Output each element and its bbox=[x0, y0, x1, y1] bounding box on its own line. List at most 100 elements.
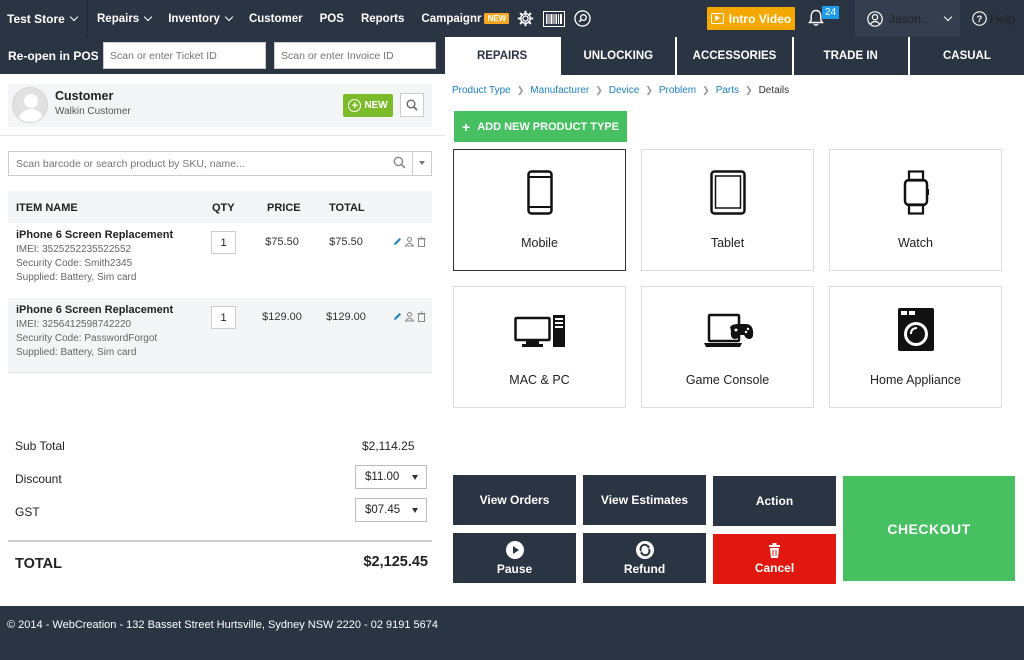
qty-input[interactable]: 1 bbox=[211, 306, 236, 329]
discount-select[interactable]: $11.00 bbox=[355, 465, 427, 489]
chevron-down-icon bbox=[412, 508, 418, 513]
chevron-right-icon: ❯ bbox=[645, 85, 653, 95]
menu-customer[interactable]: Customer bbox=[249, 13, 303, 25]
menu-reports[interactable]: Reports bbox=[361, 13, 404, 25]
menu-inventory[interactable]: Inventory bbox=[168, 12, 234, 25]
header-total: TOTAL bbox=[329, 202, 365, 214]
barcode-button[interactable] bbox=[543, 10, 566, 27]
ticket-id-input[interactable] bbox=[103, 42, 266, 69]
new-customer-button[interactable]: + NEW bbox=[343, 94, 393, 117]
product-search bbox=[8, 151, 432, 176]
product-type-mobile[interactable]: Mobile bbox=[453, 149, 626, 271]
chevron-down-icon bbox=[412, 475, 418, 480]
checkout-button[interactable]: CHECKOUT bbox=[843, 476, 1015, 581]
row-actions bbox=[392, 311, 428, 322]
add-product-type-button[interactable]: + ADD NEW PRODUCT TYPE bbox=[454, 111, 627, 142]
divider bbox=[0, 135, 445, 136]
product-type-watch[interactable]: Watch bbox=[829, 149, 1002, 271]
chevron-down-icon[interactable] bbox=[419, 161, 425, 165]
tab-accessories[interactable]: ACCESSORIES bbox=[675, 37, 791, 75]
plus-icon: + bbox=[348, 99, 362, 112]
tile-label: Game Console bbox=[685, 373, 770, 387]
gear-icon bbox=[517, 10, 534, 27]
reopen-label: Re-open in POS bbox=[8, 48, 99, 63]
breadcrumb-parts[interactable]: Parts bbox=[716, 85, 739, 96]
breadcrumb-problem[interactable]: Problem bbox=[659, 85, 696, 96]
pause-button[interactable]: Pause bbox=[453, 533, 576, 583]
product-search-input[interactable] bbox=[9, 152, 389, 175]
menu-repairs[interactable]: Repairs bbox=[97, 12, 153, 25]
trash-icon bbox=[769, 543, 780, 558]
gst-label: GST bbox=[15, 505, 40, 519]
header-qty: QTY bbox=[212, 202, 235, 214]
chevron-right-icon: ❯ bbox=[516, 85, 525, 95]
product-type-tablet[interactable]: Tablet bbox=[641, 149, 814, 271]
intro-video-button[interactable]: Intro Video bbox=[707, 7, 795, 30]
header-price: PRICE bbox=[267, 202, 301, 214]
items-table-header: ITEM NAME QTY PRICE TOTAL bbox=[8, 191, 432, 223]
subtotal-value: $2,114.25 bbox=[362, 439, 415, 453]
menu-campaignr[interactable]: Campaignr NEW bbox=[421, 13, 510, 25]
chevron-down-icon bbox=[224, 12, 234, 21]
chevron-down-icon bbox=[69, 12, 79, 21]
tile-label: Tablet bbox=[710, 236, 745, 250]
user-menu[interactable]: Jason... bbox=[855, 0, 960, 37]
settings-button[interactable] bbox=[517, 10, 534, 27]
tab-casual[interactable]: CASUAL bbox=[907, 37, 1024, 75]
header-item-name: ITEM NAME bbox=[16, 202, 78, 214]
search-icon[interactable] bbox=[393, 156, 406, 169]
product-type-home-appliance[interactable]: Home Appliance bbox=[829, 286, 1002, 408]
edit-icon[interactable] bbox=[392, 311, 403, 322]
breadcrumb-manufacturer[interactable]: Manufacturer bbox=[530, 85, 589, 96]
action-button[interactable]: Action bbox=[713, 476, 836, 526]
item-total: $129.00 bbox=[326, 311, 366, 323]
tab-repairs[interactable]: REPAIRS bbox=[445, 37, 560, 75]
game-console-icon bbox=[703, 313, 753, 347]
table-row: iPhone 6 Screen Replacement IMEI: 352525… bbox=[8, 223, 432, 297]
breadcrumb-details: Details bbox=[758, 85, 790, 96]
user-icon[interactable] bbox=[404, 236, 415, 247]
desktop-icon bbox=[513, 315, 565, 347]
customer-name: Walkin Customer bbox=[55, 106, 131, 117]
row-actions bbox=[392, 236, 428, 247]
gst-select[interactable]: $07.45 bbox=[355, 498, 427, 522]
play-icon bbox=[505, 540, 524, 559]
breadcrumb: Product Type ❯ Manufacturer ❯ Device ❯ Prob… bbox=[452, 85, 789, 96]
qty-input[interactable]: 1 bbox=[211, 231, 236, 254]
customer-search-button[interactable] bbox=[400, 93, 424, 117]
tile-label: MAC & PC bbox=[509, 373, 570, 387]
item-total: $75.50 bbox=[329, 236, 363, 248]
edit-icon[interactable] bbox=[392, 236, 403, 247]
product-type-mac-pc[interactable]: MAC & PC bbox=[453, 286, 626, 408]
plus-icon: + bbox=[462, 118, 471, 135]
new-badge: NEW bbox=[484, 13, 510, 24]
watch-icon bbox=[903, 170, 929, 215]
product-type-game-console[interactable]: Game Console bbox=[641, 286, 814, 408]
chevron-down-icon bbox=[943, 12, 953, 21]
breadcrumb-product-type[interactable]: Product Type bbox=[452, 85, 511, 96]
user-icon[interactable] bbox=[404, 311, 415, 322]
refund-button[interactable]: Refund bbox=[583, 533, 706, 583]
menu-pos[interactable]: POS bbox=[320, 13, 344, 25]
item-name: iPhone 6 Screen Replacement bbox=[16, 304, 174, 316]
tab-trade-in[interactable]: TRADE IN bbox=[791, 37, 908, 75]
chevron-right-icon: ❯ bbox=[595, 85, 603, 95]
notification-count-badge: 24 bbox=[822, 6, 840, 19]
main-menu: Repairs Inventory Customer POS Reports C… bbox=[88, 0, 600, 37]
store-selector[interactable]: Test Store bbox=[0, 0, 88, 37]
search-icon bbox=[574, 10, 591, 27]
help-button[interactable]: ? Help bbox=[962, 0, 1024, 37]
footer: © 2014 - WebCreation - 132 Basset Street… bbox=[0, 606, 1024, 660]
trash-icon[interactable] bbox=[416, 236, 427, 247]
refund-icon bbox=[635, 540, 654, 559]
user-icon bbox=[867, 10, 883, 27]
view-estimates-button[interactable]: View Estimates bbox=[583, 475, 706, 525]
view-orders-button[interactable]: View Orders bbox=[453, 475, 576, 525]
global-search-button[interactable] bbox=[574, 10, 591, 27]
trash-icon[interactable] bbox=[416, 311, 427, 322]
breadcrumb-device[interactable]: Device bbox=[609, 85, 640, 96]
invoice-id-input[interactable] bbox=[274, 42, 436, 69]
subtotal-label: Sub Total bbox=[15, 439, 65, 453]
cancel-button[interactable]: Cancel bbox=[713, 534, 836, 584]
tab-unlocking[interactable]: UNLOCKING bbox=[559, 37, 675, 75]
